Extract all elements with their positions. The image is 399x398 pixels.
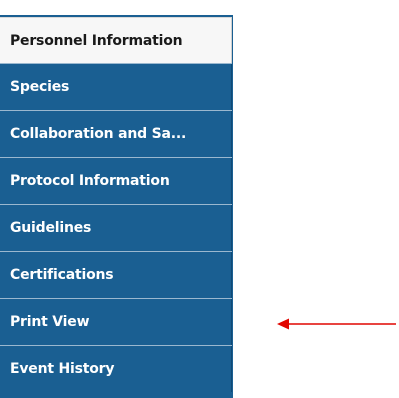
- nav-item-event-history[interactable]: Event History: [0, 346, 232, 392]
- nav-item-label: Event History: [10, 361, 115, 377]
- nav-item-guidelines[interactable]: Guidelines: [0, 205, 232, 251]
- nav-item-label: Guidelines: [10, 220, 92, 236]
- nav-item-print-view[interactable]: Print View: [0, 299, 232, 345]
- red-arrow-annotation: [277, 318, 396, 330]
- nav-item-certifications[interactable]: Certifications: [0, 252, 232, 298]
- nav-item-label: Collaboration and Sa...: [10, 126, 187, 142]
- nav-item-species[interactable]: Species: [0, 64, 232, 110]
- nav-item-label: Personnel Information: [10, 32, 183, 49]
- nav-item-personnel-information[interactable]: Personnel Information: [0, 17, 232, 63]
- arrow-head-icon: [277, 318, 289, 330]
- nav-item-label: Print View: [10, 314, 90, 330]
- side-navigation: Personnel Information Species Collaborat…: [0, 15, 233, 398]
- nav-item-label: Species: [10, 79, 70, 95]
- nav-item-protocol-information[interactable]: Protocol Information: [0, 158, 232, 204]
- nav-item-label: Certifications: [10, 267, 114, 283]
- nav-item-label: Protocol Information: [10, 173, 170, 189]
- nav-item-collaboration[interactable]: Collaboration and Sa...: [0, 111, 232, 157]
